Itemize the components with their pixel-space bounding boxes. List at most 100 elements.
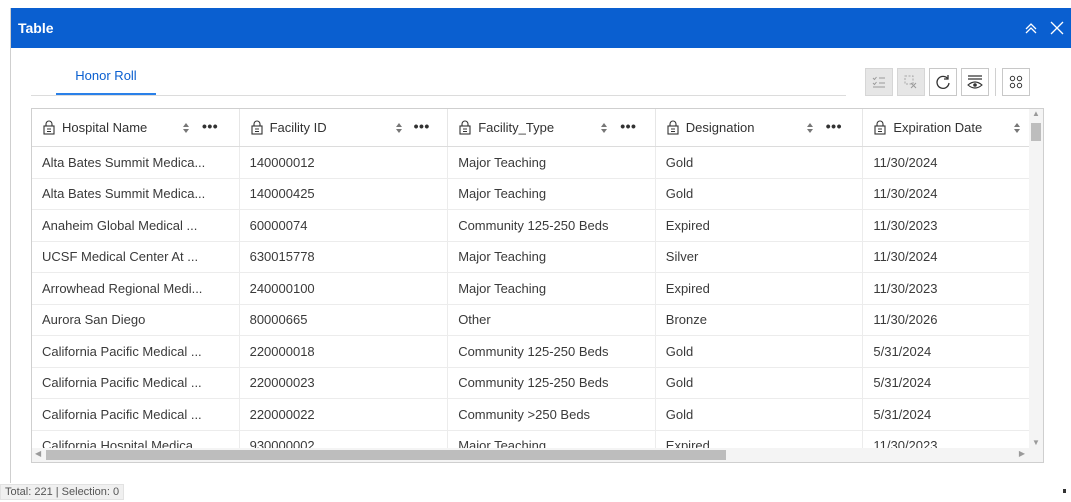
resize-handle[interactable] (1063, 489, 1066, 493)
cell-expiration-date: 11/30/2023 (863, 210, 1043, 241)
status-bar: Total: 221 | Selection: 0 (0, 484, 125, 500)
scroll-down-arrow-icon[interactable]: ▼ (1032, 438, 1040, 447)
table-row[interactable]: Alta Bates Summit Medica... 140000425 Ma… (32, 178, 1043, 210)
column-menu-button[interactable]: ••• (826, 118, 842, 134)
cell-facility-id: 80000665 (240, 304, 449, 335)
lock-icon (873, 120, 887, 135)
table-row[interactable]: Aurora San Diego 80000665 Other Bronze 1… (32, 304, 1043, 336)
cell-facility-type: Other (448, 304, 656, 335)
column-header-facility-type[interactable]: Facility_Type ••• (448, 109, 656, 146)
table-row[interactable]: California Pacific Medical ... 220000022… (32, 399, 1043, 431)
cell-facility-id: 630015778 (240, 241, 449, 272)
cell-facility-type: Community >250 Beds (448, 399, 656, 430)
sort-icon[interactable] (1013, 122, 1021, 134)
cell-expiration-date: 11/30/2024 (863, 178, 1043, 209)
cell-expiration-date: 5/31/2024 (863, 399, 1043, 430)
toolbar-separator (995, 68, 996, 96)
cell-expiration-date: 5/31/2024 (863, 367, 1043, 398)
horizontal-scroll-thumb[interactable] (46, 450, 726, 460)
table-row[interactable]: California Pacific Medical ... 220000018… (32, 336, 1043, 368)
show-hide-columns-button[interactable] (961, 68, 989, 96)
refresh-button[interactable] (929, 68, 957, 96)
column-header-facility-id[interactable]: Facility ID ••• (240, 109, 449, 146)
lock-icon (250, 120, 264, 135)
close-icon[interactable] (1047, 18, 1067, 38)
cell-expiration-date: 11/30/2024 (863, 147, 1043, 178)
vertical-scrollbar[interactable]: ▲ ▼ (1029, 109, 1043, 449)
cell-hospital-name: California Pacific Medical ... (32, 399, 240, 430)
cell-hospital-name: California Pacific Medical ... (32, 336, 240, 367)
cell-expiration-date: 11/30/2023 (863, 273, 1043, 304)
column-header-expiration-date[interactable]: Expiration Date (863, 109, 1043, 146)
column-label: Facility_Type (478, 120, 555, 135)
tab-honor-roll[interactable]: Honor Roll (56, 68, 156, 95)
column-header-hospital-name[interactable]: Hospital Name ••• (32, 109, 240, 146)
cell-designation: Gold (656, 336, 864, 367)
tab-row: Honor Roll (11, 48, 1071, 108)
column-menu-button[interactable]: ••• (414, 118, 430, 134)
column-menu-button[interactable]: ••• (202, 118, 218, 134)
column-menu-button[interactable]: ••• (620, 118, 636, 134)
cell-facility-id: 240000100 (240, 273, 449, 304)
horizontal-scrollbar[interactable]: ◀ ▶ (32, 448, 1043, 462)
lock-icon (666, 120, 680, 135)
sort-icon[interactable] (806, 122, 814, 134)
cell-facility-id: 140000012 (240, 147, 449, 178)
cell-facility-type: Community 125-250 Beds (448, 210, 656, 241)
show-selected-button[interactable] (865, 68, 893, 96)
sort-icon[interactable] (182, 122, 190, 134)
cell-hospital-name: UCSF Medical Center At ... (32, 241, 240, 272)
window-title: Table (18, 20, 54, 36)
column-label: Facility ID (269, 120, 327, 135)
vertical-scroll-thumb[interactable] (1031, 123, 1041, 141)
cell-facility-id: 140000425 (240, 178, 449, 209)
cell-facility-id: 60000074 (240, 210, 449, 241)
refresh-icon (936, 75, 950, 89)
scroll-right-arrow-icon[interactable]: ▶ (1019, 449, 1025, 458)
column-header-designation[interactable]: Designation ••• (656, 109, 864, 146)
cell-facility-type: Major Teaching (448, 147, 656, 178)
cell-expiration-date: 11/30/2024 (863, 241, 1043, 272)
cell-designation: Silver (656, 241, 864, 272)
grid-dots-icon (1009, 75, 1023, 89)
cell-designation: Bronze (656, 304, 864, 335)
cell-facility-id: 220000023 (240, 367, 449, 398)
table-row[interactable]: California Pacific Medical ... 220000023… (32, 367, 1043, 399)
select-list-icon (872, 76, 885, 88)
data-grid: Hospital Name ••• Facility ID ••• Facili… (31, 108, 1044, 463)
cell-designation: Gold (656, 367, 864, 398)
table-header: Hospital Name ••• Facility ID ••• Facili… (32, 109, 1043, 147)
scroll-left-arrow-icon[interactable]: ◀ (35, 449, 41, 458)
tab-divider (31, 95, 846, 96)
cell-facility-type: Community 125-250 Beds (448, 367, 656, 398)
cell-facility-id: 220000022 (240, 399, 449, 430)
clear-selection-icon (904, 75, 917, 89)
table-row[interactable]: Alta Bates Summit Medica... 140000012 Ma… (32, 147, 1043, 179)
title-bar: Table (11, 8, 1071, 48)
table-row[interactable]: Anaheim Global Medical ... 60000074 Comm… (32, 210, 1043, 242)
cell-expiration-date: 11/30/2026 (863, 304, 1043, 335)
cell-facility-id: 220000018 (240, 336, 449, 367)
cell-hospital-name: Aurora San Diego (32, 304, 240, 335)
sort-icon[interactable] (395, 122, 403, 134)
more-button[interactable] (1002, 68, 1030, 96)
cell-facility-type: Major Teaching (448, 241, 656, 272)
sort-icon[interactable] (600, 122, 608, 134)
scroll-up-arrow-icon[interactable]: ▲ (1032, 109, 1040, 118)
cell-designation: Gold (656, 147, 864, 178)
column-label: Hospital Name (62, 120, 148, 135)
table-body: Alta Bates Summit Medica... 140000012 Ma… (32, 147, 1043, 462)
cell-designation: Gold (656, 178, 864, 209)
cell-expiration-date: 5/31/2024 (863, 336, 1043, 367)
cell-hospital-name: California Pacific Medical ... (32, 367, 240, 398)
cell-facility-type: Major Teaching (448, 178, 656, 209)
column-label: Expiration Date (893, 120, 983, 135)
collapse-icon[interactable] (1021, 18, 1041, 38)
cell-designation: Expired (656, 210, 864, 241)
cell-hospital-name: Alta Bates Summit Medica... (32, 178, 240, 209)
column-label: Designation (685, 120, 755, 135)
cell-designation: Expired (656, 273, 864, 304)
table-row[interactable]: UCSF Medical Center At ... 630015778 Maj… (32, 241, 1043, 273)
table-row[interactable]: Arrowhead Regional Medi... 240000100 Maj… (32, 273, 1043, 305)
clear-selection-button[interactable] (897, 68, 925, 96)
